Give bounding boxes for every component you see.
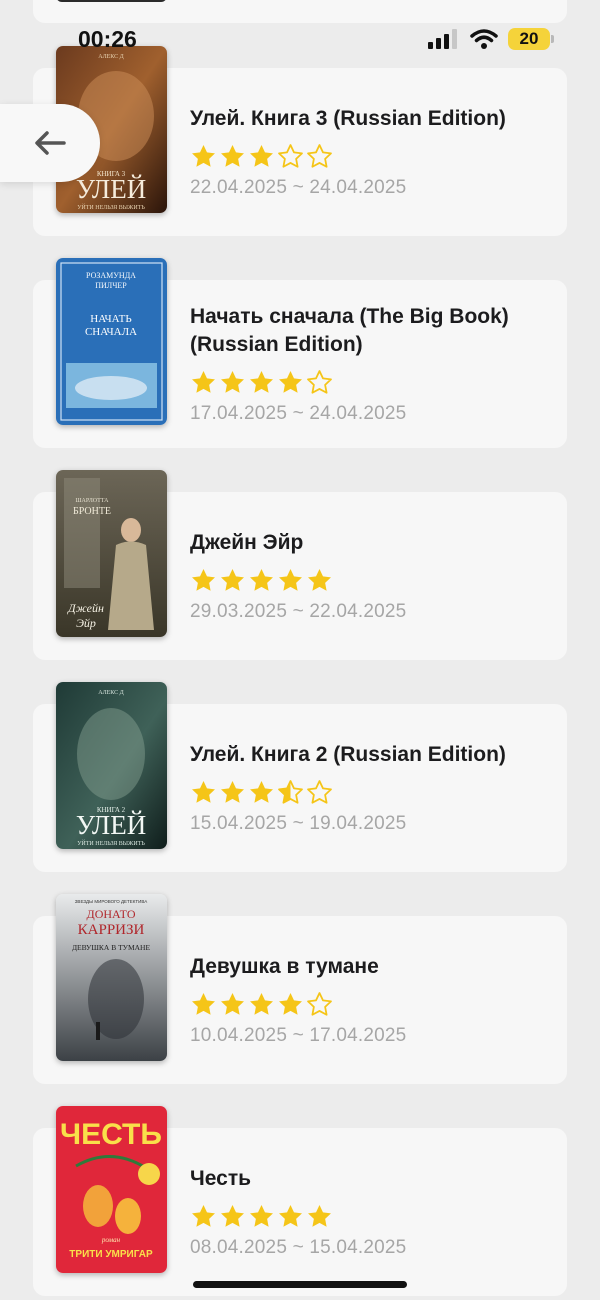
- star-filled-icon: [192, 568, 215, 591]
- partial-book-card[interactable]: [33, 0, 567, 23]
- star-filled-icon: [308, 1204, 331, 1227]
- cover-title: НАЧАТЬ: [90, 313, 131, 325]
- star-filled-icon: [192, 370, 215, 393]
- star-filled-icon: [250, 568, 273, 591]
- home-indicator[interactable]: [193, 1281, 407, 1288]
- book-card[interactable]: ЗВЕЗДЫ МИРОВОГО ДЕТЕКТИВА ДОНАТО КАРРИЗИ…: [33, 894, 567, 1084]
- star-filled-icon: [250, 144, 273, 167]
- star-empty-icon: [307, 143, 332, 168]
- reading-dates: 10.04.2025 ~ 17.04.2025: [190, 1025, 407, 1046]
- book-card[interactable]: АЛЕКС Д КНИГА 2 УЛЕЙ УЙТИ НЕЛЬЗЯ ВЫЖИТЬ …: [33, 682, 567, 872]
- star-filled-icon: [279, 568, 302, 591]
- star-filled-icon: [192, 144, 215, 167]
- cover-author: ДОНАТО: [87, 907, 136, 921]
- star-filled-icon: [192, 992, 215, 1015]
- cover-author: ТРИТИ УМРИГАР: [69, 1249, 153, 1260]
- status-time: 00:26: [78, 26, 137, 52]
- cover-author: ШАРЛОТТА: [75, 498, 109, 504]
- star-filled-icon: [221, 568, 244, 591]
- cover-author-last: БРОНТЕ: [73, 506, 111, 517]
- rating-stars: [190, 989, 547, 1019]
- reading-history-screen: АЛЕКС Д КНИГА 3 УЛЕЙ УЙТИ НЕЛЬЗЯ ВЫЖИТЬ …: [0, 0, 600, 1300]
- book-cover: ШАРЛОТТА БРОНТЕ Джейн Эйр: [56, 470, 167, 637]
- reading-dates: 22.04.2025 ~ 24.04.2025: [190, 177, 407, 198]
- book-title: Девушка в тумане: [190, 955, 379, 978]
- cover-tagline: УЙТИ НЕЛЬЗЯ ВЫЖИТЬ: [77, 839, 145, 847]
- book-card[interactable]: ШАРЛОТТА БРОНТЕ Джейн Эйр Джейн Эйр 29.0…: [33, 470, 567, 660]
- reading-dates: 29.03.2025 ~ 22.04.2025: [190, 601, 407, 622]
- cellular-signal-icon: [428, 29, 457, 49]
- cover-series: ЗВЕЗДЫ МИРОВОГО ДЕТЕКТИВА: [75, 899, 148, 904]
- book-title: Улей. Книга 3 (Russian Edition): [190, 107, 506, 130]
- rating-stars: [190, 1201, 547, 1231]
- star-filled-icon: [250, 780, 273, 803]
- book-card[interactable]: АЛЕКС Д КНИГА 3 УЛЕЙ УЙТИ НЕЛЬЗЯ ВЫЖИТЬ …: [33, 46, 567, 236]
- book-card[interactable]: ЧЕСТЬ роман ТРИТИ УМРИГАР Честь 08.04.20…: [33, 1106, 567, 1296]
- cover-genre: роман: [101, 1236, 121, 1244]
- star-filled-icon: [279, 370, 302, 393]
- star-filled-icon: [250, 992, 273, 1015]
- book-cover: АЛЕКС Д КНИГА 2 УЛЕЙ УЙТИ НЕЛЬЗЯ ВЫЖИТЬ: [56, 682, 167, 849]
- rating-stars: [190, 141, 547, 171]
- cover-title: УЛЕЙ: [76, 810, 146, 840]
- cover-title: ДЕВУШКА В ТУМАНЕ: [72, 943, 151, 952]
- star-empty-icon: [278, 143, 303, 168]
- rating-stars: [190, 565, 547, 595]
- star-filled-icon: [221, 992, 244, 1015]
- reading-dates: 17.04.2025 ~ 24.04.2025: [190, 403, 407, 424]
- arrow-left-icon: [35, 131, 66, 155]
- book-cover: ЧЕСТЬ роман ТРИТИ УМРИГАР: [56, 1106, 167, 1273]
- star-empty-icon: [307, 369, 332, 394]
- book-cover: [56, 0, 167, 2]
- cover-author: АЛЕКС Д: [98, 690, 124, 696]
- status-icons: 20: [428, 28, 554, 50]
- book-title: Улей. Книга 2 (Russian Edition): [190, 743, 506, 766]
- star-empty-icon: [307, 779, 332, 804]
- book-list: АЛЕКС Д КНИГА 3 УЛЕЙ УЙТИ НЕЛЬЗЯ ВЫЖИТЬ …: [33, 46, 567, 1300]
- reading-dates: 08.04.2025 ~ 15.04.2025: [190, 1237, 407, 1258]
- star-filled-icon: [279, 992, 302, 1015]
- battery-indicator: 20: [508, 28, 554, 50]
- book-title: Джейн Эйр: [190, 531, 304, 554]
- cover-title: ЧЕСТЬ: [60, 1118, 162, 1151]
- book-cover: ЗВЕЗДЫ МИРОВОГО ДЕТЕКТИВА ДОНАТО КАРРИЗИ…: [56, 894, 167, 1061]
- cover-title-2: СНАЧАЛА: [85, 326, 137, 338]
- star-half-icon: [278, 779, 303, 804]
- rating-stars: [190, 777, 547, 807]
- star-filled-icon: [192, 780, 215, 803]
- cover-author-last: ПИЛЧЕР: [95, 281, 127, 290]
- star-filled-icon: [250, 370, 273, 393]
- star-empty-icon: [307, 991, 332, 1016]
- cover-author: АЛЕКС Д: [98, 54, 124, 60]
- star-filled-icon: [221, 144, 244, 167]
- rating-stars: [190, 367, 547, 397]
- star-filled-icon: [221, 780, 244, 803]
- star-filled-icon: [250, 1204, 273, 1227]
- wifi-icon: [470, 28, 498, 49]
- cover-author-last: КАРРИЗИ: [78, 922, 145, 938]
- cover-title-2: Эйр: [76, 616, 96, 630]
- cover-author: РОЗАМУНДА: [86, 271, 136, 280]
- book-title: Честь: [190, 1167, 252, 1190]
- cover-title: Джейн: [67, 601, 104, 615]
- star-filled-icon: [279, 1204, 302, 1227]
- book-card[interactable]: РОЗАМУНДА ПИЛЧЕР НАЧАТЬ СНАЧАЛА Начать с…: [33, 258, 567, 448]
- star-filled-icon: [221, 1204, 244, 1227]
- reading-dates: 15.04.2025 ~ 19.04.2025: [190, 813, 407, 834]
- star-filled-icon: [308, 568, 331, 591]
- back-button[interactable]: [0, 104, 100, 182]
- cover-tagline: УЙТИ НЕЛЬЗЯ ВЫЖИТЬ: [77, 203, 145, 211]
- cover-title: УЛЕЙ: [76, 174, 146, 204]
- book-cover: РОЗАМУНДА ПИЛЧЕР НАЧАТЬ СНАЧАЛА: [56, 258, 167, 425]
- star-filled-icon: [221, 370, 244, 393]
- star-filled-icon: [192, 1204, 215, 1227]
- book-title: Начать сначала (The Big Book) (Russian E…: [190, 305, 509, 356]
